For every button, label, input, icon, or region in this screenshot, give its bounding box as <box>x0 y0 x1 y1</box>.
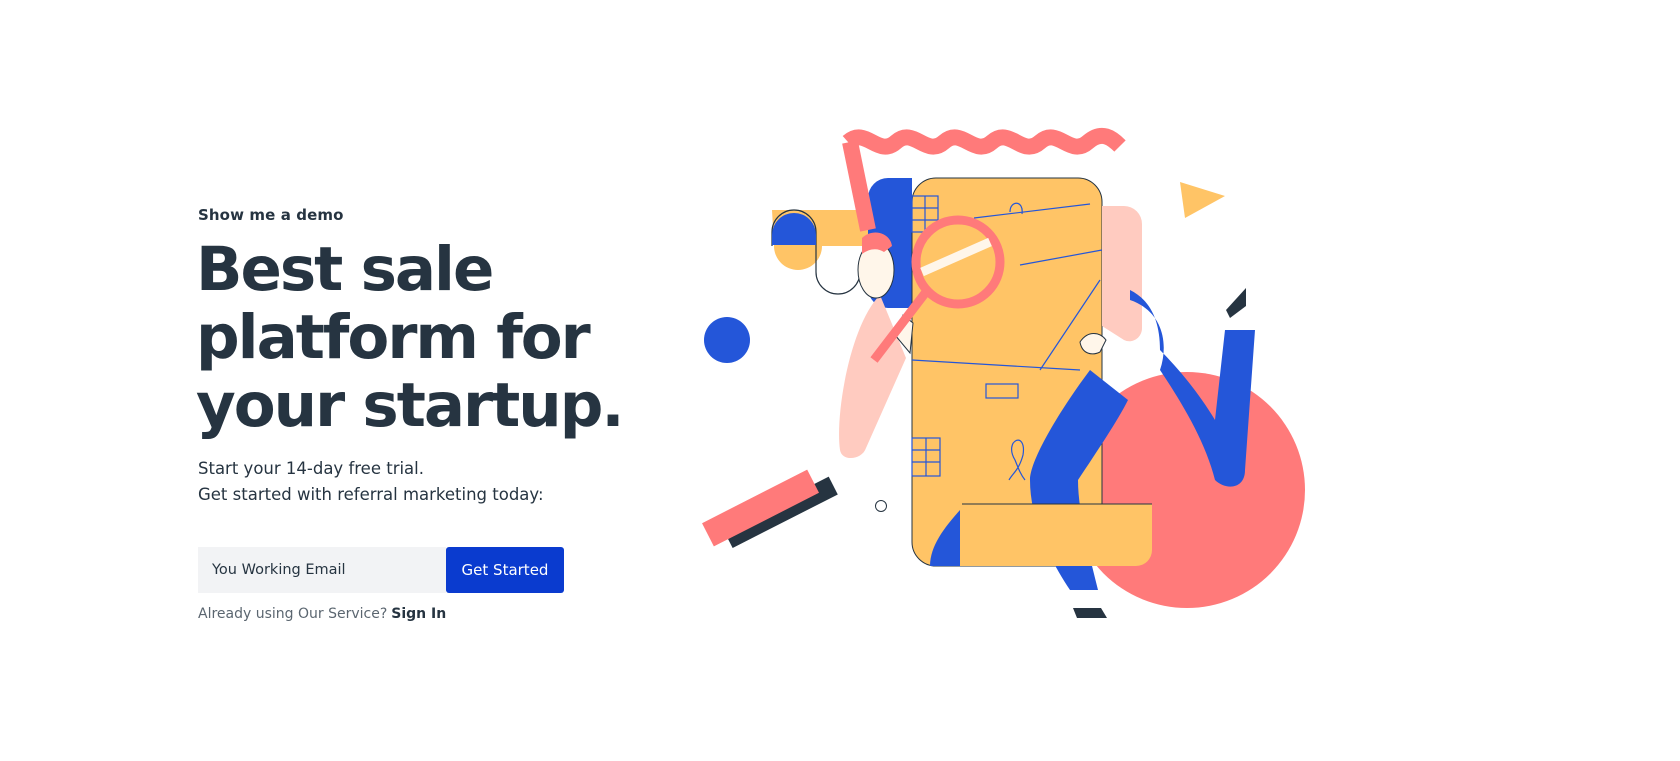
person-torso-shape <box>1102 206 1142 342</box>
blue-dot-shape <box>704 317 750 363</box>
headline-line: your startup. <box>196 370 625 441</box>
hero-headline: Best sale platform for your startup. <box>196 236 716 440</box>
signin-prompt: Already using Our Service? Sign In <box>198 606 446 622</box>
hero-illustration <box>702 127 1305 618</box>
person-shoe-back-shape <box>1226 288 1246 318</box>
signin-link[interactable]: Sign In <box>391 606 446 622</box>
headline-line: Best sale <box>196 234 494 305</box>
magnifier-ring-shape <box>911 215 1005 309</box>
subtext-line: Start your 14-day free trial. <box>198 459 424 478</box>
headline-line: platform for <box>196 302 591 373</box>
signin-prompt-text: Already using Our Service? <box>198 606 388 622</box>
subtext-line: Get started with referral marketing toda… <box>198 485 544 504</box>
email-field[interactable] <box>198 547 446 593</box>
small-ring-shape <box>875 500 887 512</box>
demo-link[interactable]: Show me a demo <box>198 206 343 224</box>
yellow-triangle-shape <box>1180 182 1225 218</box>
stacked-bars-shape <box>702 469 838 549</box>
wavy-ribbon-shape <box>842 127 1126 155</box>
hero-subtext: Start your 14-day free trial. Get starte… <box>198 456 544 508</box>
get-started-button[interactable]: Get Started <box>446 547 564 593</box>
person-shoe-front-shape <box>1073 608 1107 618</box>
signup-form: Get Started <box>198 547 564 593</box>
person-left-arm-shape <box>839 295 906 459</box>
base-box-shape <box>946 504 1152 566</box>
hero-section: Show me a demo Best sale platform for yo… <box>0 0 1680 761</box>
